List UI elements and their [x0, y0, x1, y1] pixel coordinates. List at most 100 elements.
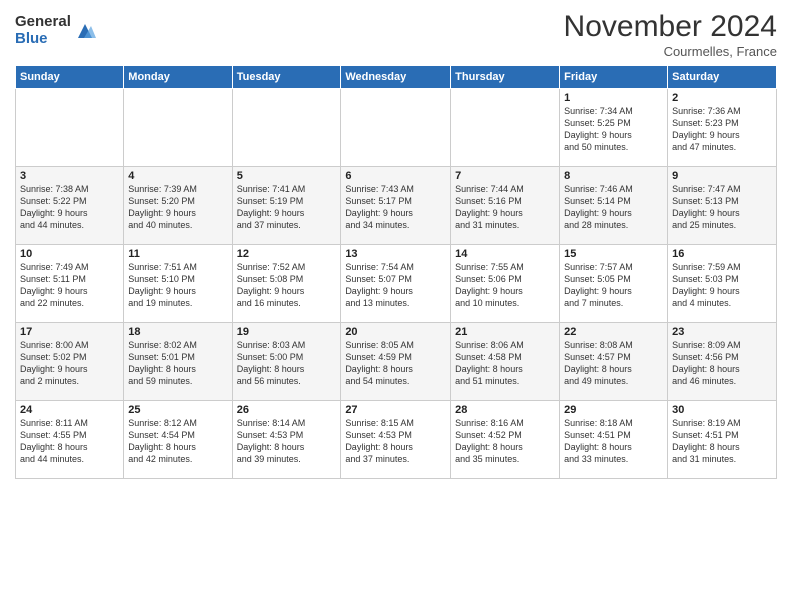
table-row: 21Sunrise: 8:06 AM Sunset: 4:58 PM Dayli… — [451, 323, 560, 401]
table-row — [451, 89, 560, 167]
day-info: Sunrise: 8:06 AM Sunset: 4:58 PM Dayligh… — [455, 339, 555, 388]
table-row: 13Sunrise: 7:54 AM Sunset: 5:07 PM Dayli… — [341, 245, 451, 323]
table-row — [16, 89, 124, 167]
table-row: 18Sunrise: 8:02 AM Sunset: 5:01 PM Dayli… — [124, 323, 232, 401]
month-title: November 2024 — [564, 10, 777, 44]
day-info: Sunrise: 7:38 AM Sunset: 5:22 PM Dayligh… — [20, 183, 119, 232]
day-number: 23 — [672, 326, 772, 338]
logo-general: General — [15, 14, 71, 31]
day-info: Sunrise: 7:55 AM Sunset: 5:06 PM Dayligh… — [455, 261, 555, 310]
day-info: Sunrise: 7:47 AM Sunset: 5:13 PM Dayligh… — [672, 183, 772, 232]
table-row — [124, 89, 232, 167]
day-info: Sunrise: 8:18 AM Sunset: 4:51 PM Dayligh… — [564, 417, 663, 466]
day-number: 7 — [455, 170, 555, 182]
table-row: 24Sunrise: 8:11 AM Sunset: 4:55 PM Dayli… — [16, 401, 124, 479]
day-number: 1 — [564, 92, 663, 104]
day-info: Sunrise: 7:44 AM Sunset: 5:16 PM Dayligh… — [455, 183, 555, 232]
logo-text: General Blue — [15, 14, 71, 47]
day-info: Sunrise: 8:03 AM Sunset: 5:00 PM Dayligh… — [237, 339, 337, 388]
calendar-week-4: 17Sunrise: 8:00 AM Sunset: 5:02 PM Dayli… — [16, 323, 777, 401]
table-row: 6Sunrise: 7:43 AM Sunset: 5:17 PM Daylig… — [341, 167, 451, 245]
logo: General Blue — [15, 14, 96, 47]
col-sunday: Sunday — [16, 66, 124, 89]
day-info: Sunrise: 8:08 AM Sunset: 4:57 PM Dayligh… — [564, 339, 663, 388]
table-row: 25Sunrise: 8:12 AM Sunset: 4:54 PM Dayli… — [124, 401, 232, 479]
calendar: Sunday Monday Tuesday Wednesday Thursday… — [15, 65, 777, 479]
table-row: 8Sunrise: 7:46 AM Sunset: 5:14 PM Daylig… — [560, 167, 668, 245]
table-row: 23Sunrise: 8:09 AM Sunset: 4:56 PM Dayli… — [668, 323, 777, 401]
day-number: 10 — [20, 248, 119, 260]
day-info: Sunrise: 7:34 AM Sunset: 5:25 PM Dayligh… — [564, 105, 663, 154]
day-number: 3 — [20, 170, 119, 182]
day-number: 27 — [345, 404, 446, 416]
logo-blue: Blue — [15, 31, 71, 48]
table-row: 11Sunrise: 7:51 AM Sunset: 5:10 PM Dayli… — [124, 245, 232, 323]
table-row: 26Sunrise: 8:14 AM Sunset: 4:53 PM Dayli… — [232, 401, 341, 479]
table-row: 29Sunrise: 8:18 AM Sunset: 4:51 PM Dayli… — [560, 401, 668, 479]
day-number: 14 — [455, 248, 555, 260]
col-tuesday: Tuesday — [232, 66, 341, 89]
day-info: Sunrise: 8:05 AM Sunset: 4:59 PM Dayligh… — [345, 339, 446, 388]
day-info: Sunrise: 8:15 AM Sunset: 4:53 PM Dayligh… — [345, 417, 446, 466]
col-wednesday: Wednesday — [341, 66, 451, 89]
day-number: 18 — [128, 326, 227, 338]
day-info: Sunrise: 7:43 AM Sunset: 5:17 PM Dayligh… — [345, 183, 446, 232]
table-row: 5Sunrise: 7:41 AM Sunset: 5:19 PM Daylig… — [232, 167, 341, 245]
calendar-week-2: 3Sunrise: 7:38 AM Sunset: 5:22 PM Daylig… — [16, 167, 777, 245]
title-block: November 2024 Courmelles, France — [564, 10, 777, 59]
day-info: Sunrise: 7:41 AM Sunset: 5:19 PM Dayligh… — [237, 183, 337, 232]
day-info: Sunrise: 8:16 AM Sunset: 4:52 PM Dayligh… — [455, 417, 555, 466]
day-number: 9 — [672, 170, 772, 182]
location: Courmelles, France — [564, 44, 777, 59]
day-number: 22 — [564, 326, 663, 338]
day-info: Sunrise: 8:14 AM Sunset: 4:53 PM Dayligh… — [237, 417, 337, 466]
table-row: 17Sunrise: 8:00 AM Sunset: 5:02 PM Dayli… — [16, 323, 124, 401]
day-info: Sunrise: 8:02 AM Sunset: 5:01 PM Dayligh… — [128, 339, 227, 388]
table-row: 7Sunrise: 7:44 AM Sunset: 5:16 PM Daylig… — [451, 167, 560, 245]
day-number: 21 — [455, 326, 555, 338]
day-number: 30 — [672, 404, 772, 416]
col-friday: Friday — [560, 66, 668, 89]
day-number: 16 — [672, 248, 772, 260]
table-row — [341, 89, 451, 167]
day-info: Sunrise: 7:59 AM Sunset: 5:03 PM Dayligh… — [672, 261, 772, 310]
day-number: 8 — [564, 170, 663, 182]
day-info: Sunrise: 7:39 AM Sunset: 5:20 PM Dayligh… — [128, 183, 227, 232]
day-number: 28 — [455, 404, 555, 416]
day-number: 25 — [128, 404, 227, 416]
calendar-week-3: 10Sunrise: 7:49 AM Sunset: 5:11 PM Dayli… — [16, 245, 777, 323]
day-info: Sunrise: 7:49 AM Sunset: 5:11 PM Dayligh… — [20, 261, 119, 310]
day-number: 24 — [20, 404, 119, 416]
day-info: Sunrise: 7:36 AM Sunset: 5:23 PM Dayligh… — [672, 105, 772, 154]
table-row: 12Sunrise: 7:52 AM Sunset: 5:08 PM Dayli… — [232, 245, 341, 323]
day-info: Sunrise: 8:19 AM Sunset: 4:51 PM Dayligh… — [672, 417, 772, 466]
day-info: Sunrise: 7:46 AM Sunset: 5:14 PM Dayligh… — [564, 183, 663, 232]
day-info: Sunrise: 7:54 AM Sunset: 5:07 PM Dayligh… — [345, 261, 446, 310]
day-number: 20 — [345, 326, 446, 338]
table-row: 19Sunrise: 8:03 AM Sunset: 5:00 PM Dayli… — [232, 323, 341, 401]
table-row: 27Sunrise: 8:15 AM Sunset: 4:53 PM Dayli… — [341, 401, 451, 479]
table-row: 14Sunrise: 7:55 AM Sunset: 5:06 PM Dayli… — [451, 245, 560, 323]
header: General Blue November 2024 Courmelles, F… — [15, 10, 777, 59]
table-row: 22Sunrise: 8:08 AM Sunset: 4:57 PM Dayli… — [560, 323, 668, 401]
table-row: 16Sunrise: 7:59 AM Sunset: 5:03 PM Dayli… — [668, 245, 777, 323]
day-info: Sunrise: 8:12 AM Sunset: 4:54 PM Dayligh… — [128, 417, 227, 466]
page: General Blue November 2024 Courmelles, F… — [0, 0, 792, 612]
header-row: Sunday Monday Tuesday Wednesday Thursday… — [16, 66, 777, 89]
day-number: 19 — [237, 326, 337, 338]
day-number: 15 — [564, 248, 663, 260]
table-row: 28Sunrise: 8:16 AM Sunset: 4:52 PM Dayli… — [451, 401, 560, 479]
day-number: 5 — [237, 170, 337, 182]
table-row: 30Sunrise: 8:19 AM Sunset: 4:51 PM Dayli… — [668, 401, 777, 479]
table-row: 2Sunrise: 7:36 AM Sunset: 5:23 PM Daylig… — [668, 89, 777, 167]
day-number: 29 — [564, 404, 663, 416]
day-info: Sunrise: 8:00 AM Sunset: 5:02 PM Dayligh… — [20, 339, 119, 388]
col-saturday: Saturday — [668, 66, 777, 89]
day-number: 11 — [128, 248, 227, 260]
calendar-week-5: 24Sunrise: 8:11 AM Sunset: 4:55 PM Dayli… — [16, 401, 777, 479]
table-row: 15Sunrise: 7:57 AM Sunset: 5:05 PM Dayli… — [560, 245, 668, 323]
col-thursday: Thursday — [451, 66, 560, 89]
col-monday: Monday — [124, 66, 232, 89]
day-number: 6 — [345, 170, 446, 182]
day-info: Sunrise: 8:09 AM Sunset: 4:56 PM Dayligh… — [672, 339, 772, 388]
